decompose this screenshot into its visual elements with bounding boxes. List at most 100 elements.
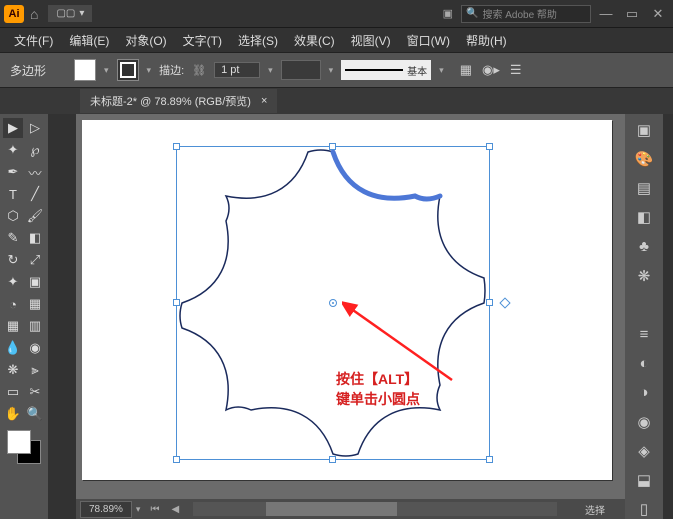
stroke-label: 描边: <box>159 62 184 78</box>
handle-tl[interactable] <box>173 143 180 150</box>
style-icon[interactable]: ◉▸ <box>482 62 500 78</box>
handle-tm[interactable] <box>329 143 336 150</box>
hand-tool[interactable]: ✋ <box>3 404 23 424</box>
menu-view[interactable]: 视图(V) <box>343 29 399 52</box>
search-input[interactable]: 🔍 搜索 Adobe 帮助 <box>461 5 591 23</box>
tab-title: 未标题-2* @ 78.89% (RGB/预览) <box>90 93 251 109</box>
fill-swatch[interactable] <box>74 59 96 81</box>
brushes-icon[interactable]: ♣ <box>634 237 654 256</box>
mesh-tool[interactable]: ▦ <box>3 316 23 336</box>
menubar: 文件(F) 编辑(E) 对象(O) 文字(T) 选择(S) 效果(C) 视图(V… <box>0 28 673 52</box>
handle-br[interactable] <box>486 456 493 463</box>
swatches-icon[interactable]: ▤ <box>634 178 654 197</box>
app-logo: Ai <box>4 5 24 23</box>
link-icon[interactable]: ⛓ <box>192 64 206 77</box>
free-transform-tool[interactable]: ▣ <box>25 272 45 292</box>
stroke-profile-dropdown[interactable] <box>281 60 321 80</box>
properties-icon[interactable]: ▣ <box>634 120 654 139</box>
brush-tool[interactable]: 🖌 <box>25 206 45 226</box>
tab-document[interactable]: 未标题-2* @ 78.89% (RGB/预览) × <box>80 89 277 113</box>
line-tool[interactable]: ╱ <box>25 184 45 204</box>
color-icon[interactable]: 🎨 <box>634 149 654 168</box>
toolbox: ▶▷ ✦℘ ✒〰 T╱ ⬡🖌 ✎◧ ↻⤢ ✦▣ ◔▦ ▦▥ 💧◉ ❋⫸ ▭✂ ✋… <box>0 114 48 519</box>
right-panel: ▣ 🎨 ▤ ◧ ♣ ❋ ≡ ◐ ◑ ◉ ◈ ⬓ ▯ <box>625 114 663 519</box>
live-corner-widget[interactable] <box>499 297 510 308</box>
menu-window[interactable]: 窗口(W) <box>399 29 458 52</box>
doc-icon[interactable]: ▣ <box>443 7 453 20</box>
canvas[interactable]: 按住【ALT】 键单击小圆点 <box>82 120 619 493</box>
eyedropper-tool[interactable]: 💧 <box>3 338 23 358</box>
zoom-level[interactable]: 78.89% <box>80 501 132 518</box>
stroke-weight-input[interactable]: 1 pt <box>214 62 260 78</box>
width-tool[interactable]: ✦ <box>3 272 23 292</box>
appearance-icon[interactable]: ◉ <box>634 412 654 431</box>
center-point-icon[interactable] <box>329 299 337 307</box>
status-selection: 选择 <box>565 502 625 517</box>
menu-edit[interactable]: 编辑(E) <box>61 29 117 52</box>
menu-file[interactable]: 文件(F) <box>6 29 61 52</box>
transparency-icon[interactable]: ◑ <box>634 383 654 402</box>
annotation-text: 按住【ALT】 键单击小圆点 <box>336 370 420 409</box>
type-tool[interactable]: T <box>3 184 23 204</box>
selection-tool[interactable]: ▶ <box>3 118 23 138</box>
shape-tool[interactable]: ⬡ <box>3 206 23 226</box>
nav-first-icon[interactable]: ⏮ <box>144 504 165 515</box>
stroke-panel-icon[interactable]: ≡ <box>634 325 654 344</box>
handle-ml[interactable] <box>173 299 180 306</box>
document-tabs: 未标题-2* @ 78.89% (RGB/预览) × <box>0 88 673 114</box>
layers-icon[interactable]: ◈ <box>634 441 654 460</box>
layout-dropdown[interactable]: ▢▢ ▾ <box>48 5 92 22</box>
rotate-tool[interactable]: ↻ <box>3 250 23 270</box>
libraries-icon[interactable]: ◧ <box>634 208 654 227</box>
magic-wand-tool[interactable]: ✦ <box>3 140 23 160</box>
shape-label: 多边形 <box>10 62 46 79</box>
handle-tr[interactable] <box>486 143 493 150</box>
nav-prev-icon[interactable]: ◀ <box>165 504 185 515</box>
shape-builder-tool[interactable]: ◔ <box>3 294 23 314</box>
blend-tool[interactable]: ◉ <box>25 338 45 358</box>
symbol-tool[interactable]: ❋ <box>3 360 23 380</box>
fill-stroke-swatches[interactable] <box>7 430 41 464</box>
search-placeholder: 搜索 Adobe 帮助 <box>482 6 556 21</box>
artboards-icon[interactable]: ▯ <box>634 500 654 519</box>
status-bar: 78.89%▾ ⏮ ◀ 选择 <box>76 499 625 519</box>
menu-select[interactable]: 选择(S) <box>230 29 286 52</box>
graph-tool[interactable]: ⫸ <box>25 360 45 380</box>
eraser-tool[interactable]: ◧ <box>25 228 45 248</box>
symbols-icon[interactable]: ❋ <box>634 266 654 285</box>
artboard-tool[interactable]: ▭ <box>3 382 23 402</box>
direct-selection-tool[interactable]: ▷ <box>25 118 45 138</box>
menu-object[interactable]: 对象(O) <box>117 29 174 52</box>
handle-bl[interactable] <box>173 456 180 463</box>
handle-bm[interactable] <box>329 456 336 463</box>
control-bar: 多边形 ▾ ▾ 描边: ⛓ 1 pt▾ ▾ 基本▾ ▦ ◉▸ ☰ <box>0 52 673 88</box>
artboard[interactable]: 按住【ALT】 键单击小圆点 <box>82 120 612 480</box>
gradient-panel-icon[interactable]: ◐ <box>634 354 654 373</box>
menu-help[interactable]: 帮助(H) <box>458 29 515 52</box>
titlebar: Ai ⌂ ▢▢ ▾ ▣ 🔍 搜索 Adobe 帮助 — ▭ ✕ <box>0 0 673 28</box>
perspective-tool[interactable]: ▦ <box>25 294 45 314</box>
curvature-tool[interactable]: 〰 <box>25 162 45 182</box>
slice-tool[interactable]: ✂ <box>25 382 45 402</box>
brush-dropdown[interactable]: 基本 <box>341 60 431 80</box>
menu-effect[interactable]: 效果(C) <box>286 29 343 52</box>
home-icon[interactable]: ⌂ <box>30 6 38 22</box>
menu-type[interactable]: 文字(T) <box>175 29 230 52</box>
stroke-swatch[interactable] <box>117 59 139 81</box>
gradient-tool[interactable]: ▥ <box>25 316 45 336</box>
restore-button[interactable]: ▭ <box>621 5 643 23</box>
opacity-icon[interactable]: ▦ <box>460 62 472 78</box>
pen-tool[interactable]: ✒ <box>3 162 23 182</box>
zoom-tool[interactable]: 🔍 <box>25 404 45 424</box>
canvas-wrap: 按住【ALT】 键单击小圆点 78.89%▾ ⏮ ◀ 选择 <box>76 114 625 519</box>
shaper-tool[interactable]: ✎ <box>3 228 23 248</box>
h-scrollbar[interactable] <box>193 502 557 516</box>
scale-tool[interactable]: ⤢ <box>25 250 45 270</box>
handle-mr[interactable] <box>486 299 493 306</box>
minimize-button[interactable]: — <box>595 5 617 23</box>
lasso-tool[interactable]: ℘ <box>25 140 45 160</box>
menu-icon[interactable]: ☰ <box>510 62 522 78</box>
asset-icon[interactable]: ⬓ <box>634 471 654 490</box>
tab-close-icon[interactable]: × <box>261 95 267 107</box>
close-button[interactable]: ✕ <box>647 5 669 23</box>
